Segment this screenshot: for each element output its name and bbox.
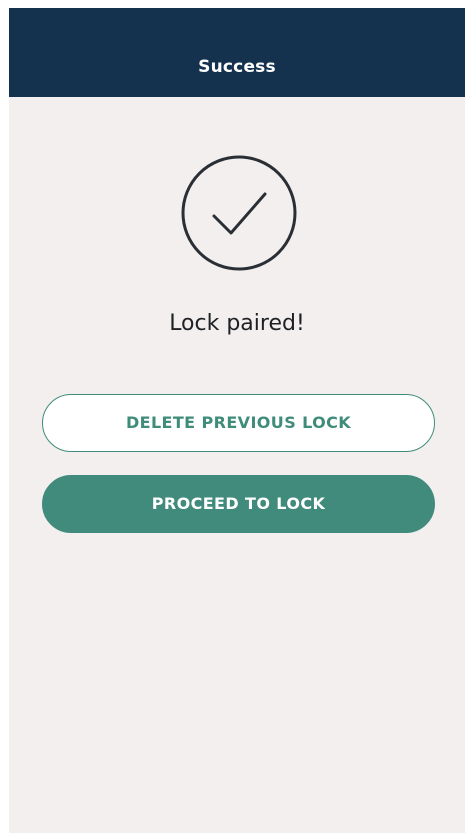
app-screen: Success Lock paired! DELETE PREVIOUS LOC… — [9, 8, 465, 833]
proceed-to-lock-label: PROCEED TO LOCK — [151, 494, 326, 513]
top-bar: Success — [9, 8, 465, 97]
delete-previous-lock-button[interactable]: DELETE PREVIOUS LOCK — [42, 394, 435, 452]
success-message: Lock paired! — [169, 311, 305, 336]
checkmark-circle-icon — [180, 154, 298, 272]
delete-previous-lock-label: DELETE PREVIOUS LOCK — [125, 413, 352, 432]
page-title: Success — [198, 57, 276, 77]
proceed-to-lock-button[interactable]: PROCEED TO LOCK — [42, 475, 435, 533]
